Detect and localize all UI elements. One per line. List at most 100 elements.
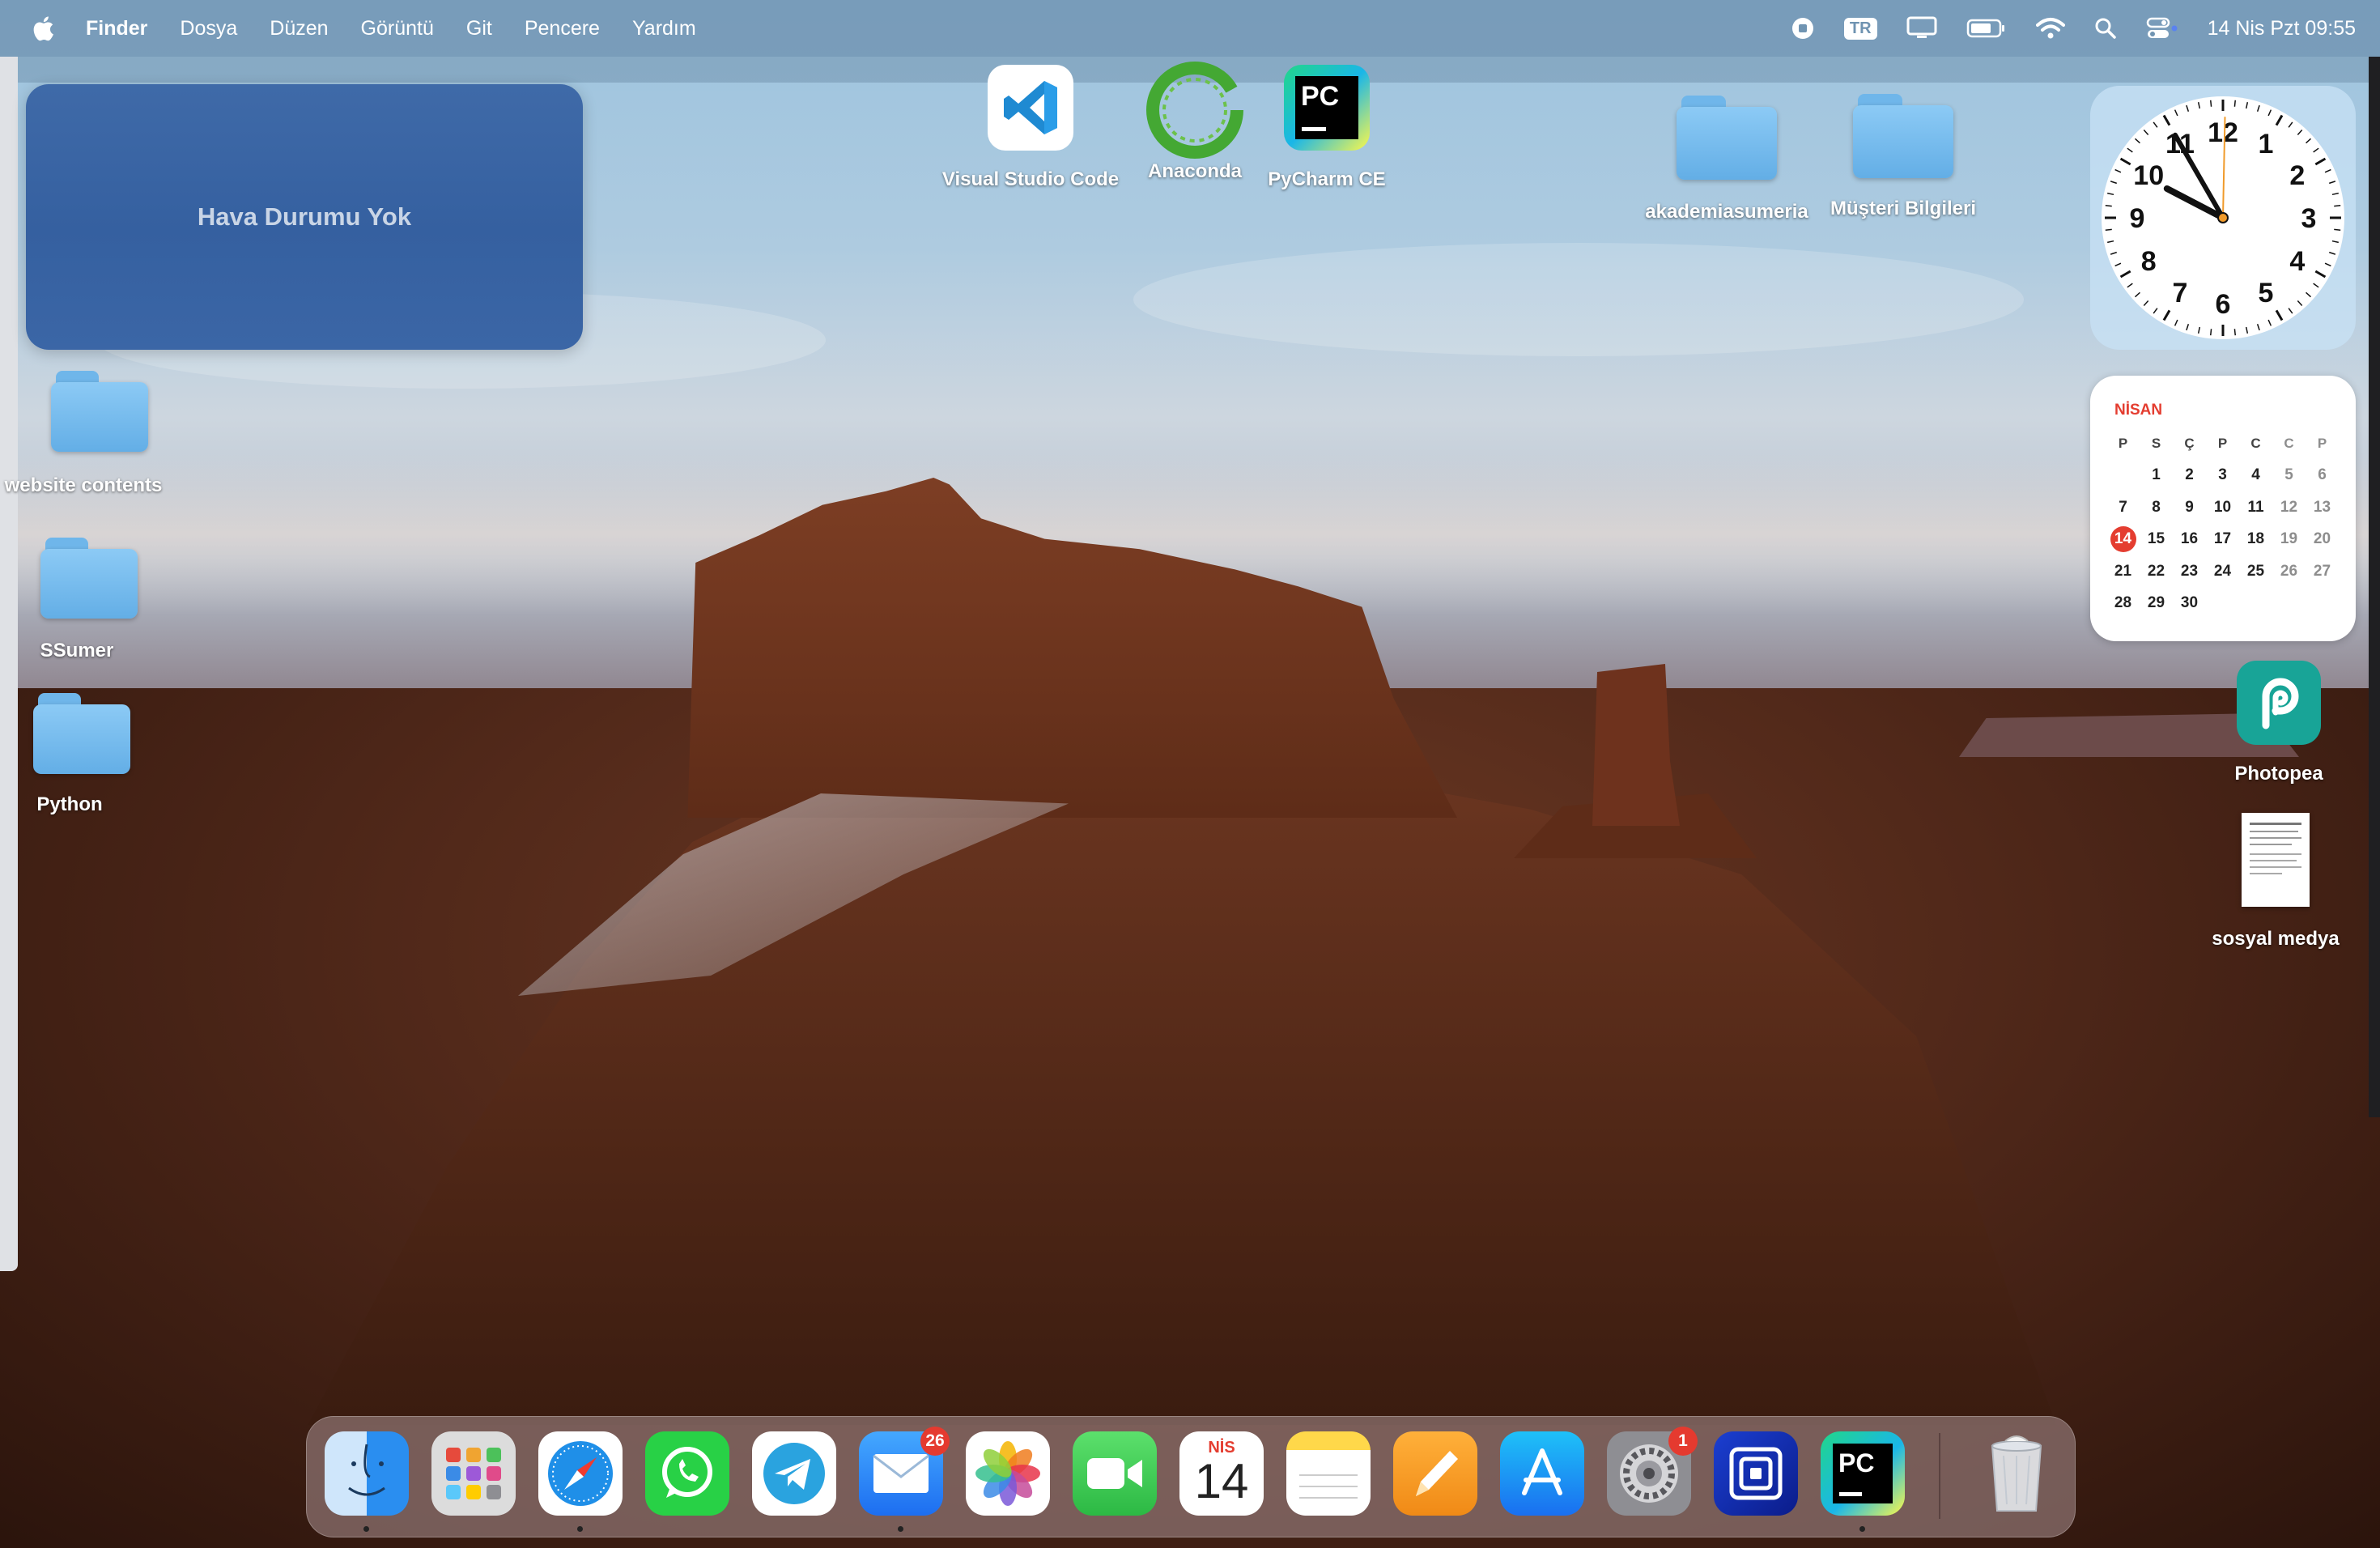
calendar-day: 4 <box>2251 466 2260 484</box>
dock-pages[interactable] <box>1393 1431 1477 1516</box>
apple-menu-icon[interactable] <box>31 15 55 42</box>
calendar-day: 3 <box>2218 466 2227 484</box>
dock-calendar-day: 14 <box>1194 1453 1249 1508</box>
app-label: PyCharm CE <box>1268 168 1386 190</box>
calendar-day: 21 <box>2114 562 2132 580</box>
dock-mail[interactable]: 26 <box>859 1427 950 1516</box>
anaconda-icon <box>1143 58 1247 162</box>
menu-finder[interactable]: Finder <box>86 17 147 40</box>
menubar-clock[interactable]: 14 Nis Pzt 09:55 <box>2208 17 2356 40</box>
menu-goruntu[interactable]: Görüntü <box>361 17 434 40</box>
dock-notes[interactable] <box>1286 1431 1371 1516</box>
app-label: Photopea <box>2234 763 2323 785</box>
wifi-icon[interactable] <box>2035 17 2065 40</box>
dock-separator <box>1939 1433 1940 1519</box>
calendar-grid: P S Ç P C C P 1 2 3 4 5 6 7 8 9 10 11 12… <box>2106 427 2339 619</box>
dock-pycharm[interactable]: PC <box>1821 1431 1905 1516</box>
dock: 26 NİS 14 1 PC <box>306 1416 2076 1537</box>
calendar-day: 22 <box>2147 562 2165 580</box>
clock-widget[interactable]: 121234567891011 <box>2090 86 2356 350</box>
running-indicator <box>1859 1526 1865 1532</box>
clock-number: 4 <box>2289 246 2305 277</box>
cloud <box>1133 243 2024 356</box>
weekday-header: P <box>2317 435 2327 451</box>
clock-number: 7 <box>2173 278 2188 308</box>
calendar-day: 15 <box>2147 530 2165 548</box>
settings-update-badge: 1 <box>1668 1427 1698 1456</box>
clock-tick <box>2233 100 2237 107</box>
app-anaconda[interactable]: Anaconda <box>1133 58 1256 183</box>
dock-photos[interactable] <box>966 1431 1050 1516</box>
menu-git[interactable]: Git <box>466 17 492 40</box>
folder-icon <box>33 693 130 774</box>
concentric-squares-icon <box>1729 1447 1783 1500</box>
dock-trash[interactable] <box>1974 1431 2059 1516</box>
battery-icon[interactable] <box>1966 18 2007 39</box>
weekday-header: Ç <box>2184 435 2195 451</box>
folder-python[interactable]: Python <box>24 693 139 816</box>
control-center-icon[interactable] <box>2146 16 2178 40</box>
photopea-icon <box>2237 661 2321 745</box>
calendar-day: 28 <box>2114 594 2132 612</box>
calendar-day <box>2206 588 2239 620</box>
calendar-day <box>2272 588 2306 620</box>
folder-icon <box>40 538 138 619</box>
weather-status-text: Hava Durumu Yok <box>197 202 412 231</box>
folder-label: website contents <box>4 474 163 496</box>
calendar-day <box>2106 460 2140 492</box>
dock-facetime[interactable] <box>1073 1431 1157 1516</box>
display-icon[interactable] <box>1906 16 1937 40</box>
calendar-widget[interactable]: NİSAN P S Ç P C C P 1 2 3 4 5 6 7 8 9 10… <box>2090 376 2356 641</box>
dock-launchpad[interactable] <box>431 1431 516 1516</box>
rock-spire <box>1592 664 1680 826</box>
folder-website-contents[interactable]: website contents <box>5 371 185 497</box>
calendar-day: 16 <box>2180 530 2199 548</box>
folder-ssumer[interactable]: SSumer <box>24 538 154 662</box>
clock-number: 5 <box>2259 278 2274 308</box>
app-pycharm-ce[interactable]: PC PyCharm CE <box>1260 65 1394 191</box>
window-edge-right <box>2369 57 2380 1117</box>
folder-label: SSumer <box>40 640 114 661</box>
dock-system-settings[interactable]: 1 <box>1607 1427 1698 1516</box>
calendar-day: 11 <box>2247 498 2264 516</box>
weather-widget[interactable]: Hava Durumu Yok <box>26 84 583 350</box>
dock-whatsapp[interactable] <box>645 1431 729 1516</box>
clock-number: 2 <box>2289 160 2305 191</box>
calendar-day: 30 <box>2180 594 2199 612</box>
menu-pencere[interactable]: Pencere <box>525 17 600 40</box>
calendar-today: 14 <box>2106 524 2140 556</box>
dock-calendar[interactable]: NİS 14 <box>1179 1431 1264 1516</box>
dock-finder[interactable] <box>325 1431 409 1516</box>
calendar-day: 13 <box>2313 498 2331 516</box>
menu-yardim[interactable]: Yardım <box>632 17 696 40</box>
dock-safari[interactable] <box>538 1431 623 1516</box>
app-photopea[interactable]: Photopea <box>2218 661 2340 785</box>
menu-duzen[interactable]: Düzen <box>270 17 328 40</box>
folder-akademiasumeria[interactable]: akademiasumeria <box>1635 96 1818 223</box>
input-source-indicator[interactable]: TR <box>1843 17 1877 40</box>
folder-musteri-bilgileri[interactable]: Müşteri Bilgileri <box>1818 94 1988 220</box>
dock-telegram[interactable] <box>752 1431 836 1516</box>
clock-tick <box>2105 228 2112 232</box>
calendar-day: 25 <box>2246 562 2265 580</box>
folder-icon <box>1677 96 1777 180</box>
menu-dosya[interactable]: Dosya <box>180 17 237 40</box>
clock-number: 3 <box>2301 203 2317 234</box>
whatsapp-icon <box>662 1447 712 1498</box>
screen-record-icon[interactable] <box>1791 16 1815 40</box>
safari-icon <box>548 1441 613 1506</box>
calendar-day: 20 <box>2313 530 2331 548</box>
calendar-day: 1 <box>2152 466 2161 484</box>
dock-screen-app[interactable] <box>1714 1431 1798 1516</box>
file-sosyal-medya[interactable]: sosyal medya <box>2199 813 2352 950</box>
dock-app-store[interactable] <box>1500 1431 1584 1516</box>
pycharm-icon: PC <box>1284 65 1370 151</box>
menu-bar: Finder Dosya Düzen Görüntü Git Pencere Y… <box>0 0 2380 57</box>
pages-pen-icon <box>1416 1451 1458 1496</box>
clock-tick <box>2233 329 2237 336</box>
folder-icon <box>1853 94 1953 178</box>
app-visual-studio-code[interactable]: Visual Studio Code <box>931 65 1130 191</box>
spotlight-search-icon[interactable] <box>2094 17 2117 40</box>
calendar-day: 29 <box>2147 594 2165 612</box>
menubar-status-area: TR 14 Nis Pzt 09:55 <box>1791 0 2356 57</box>
